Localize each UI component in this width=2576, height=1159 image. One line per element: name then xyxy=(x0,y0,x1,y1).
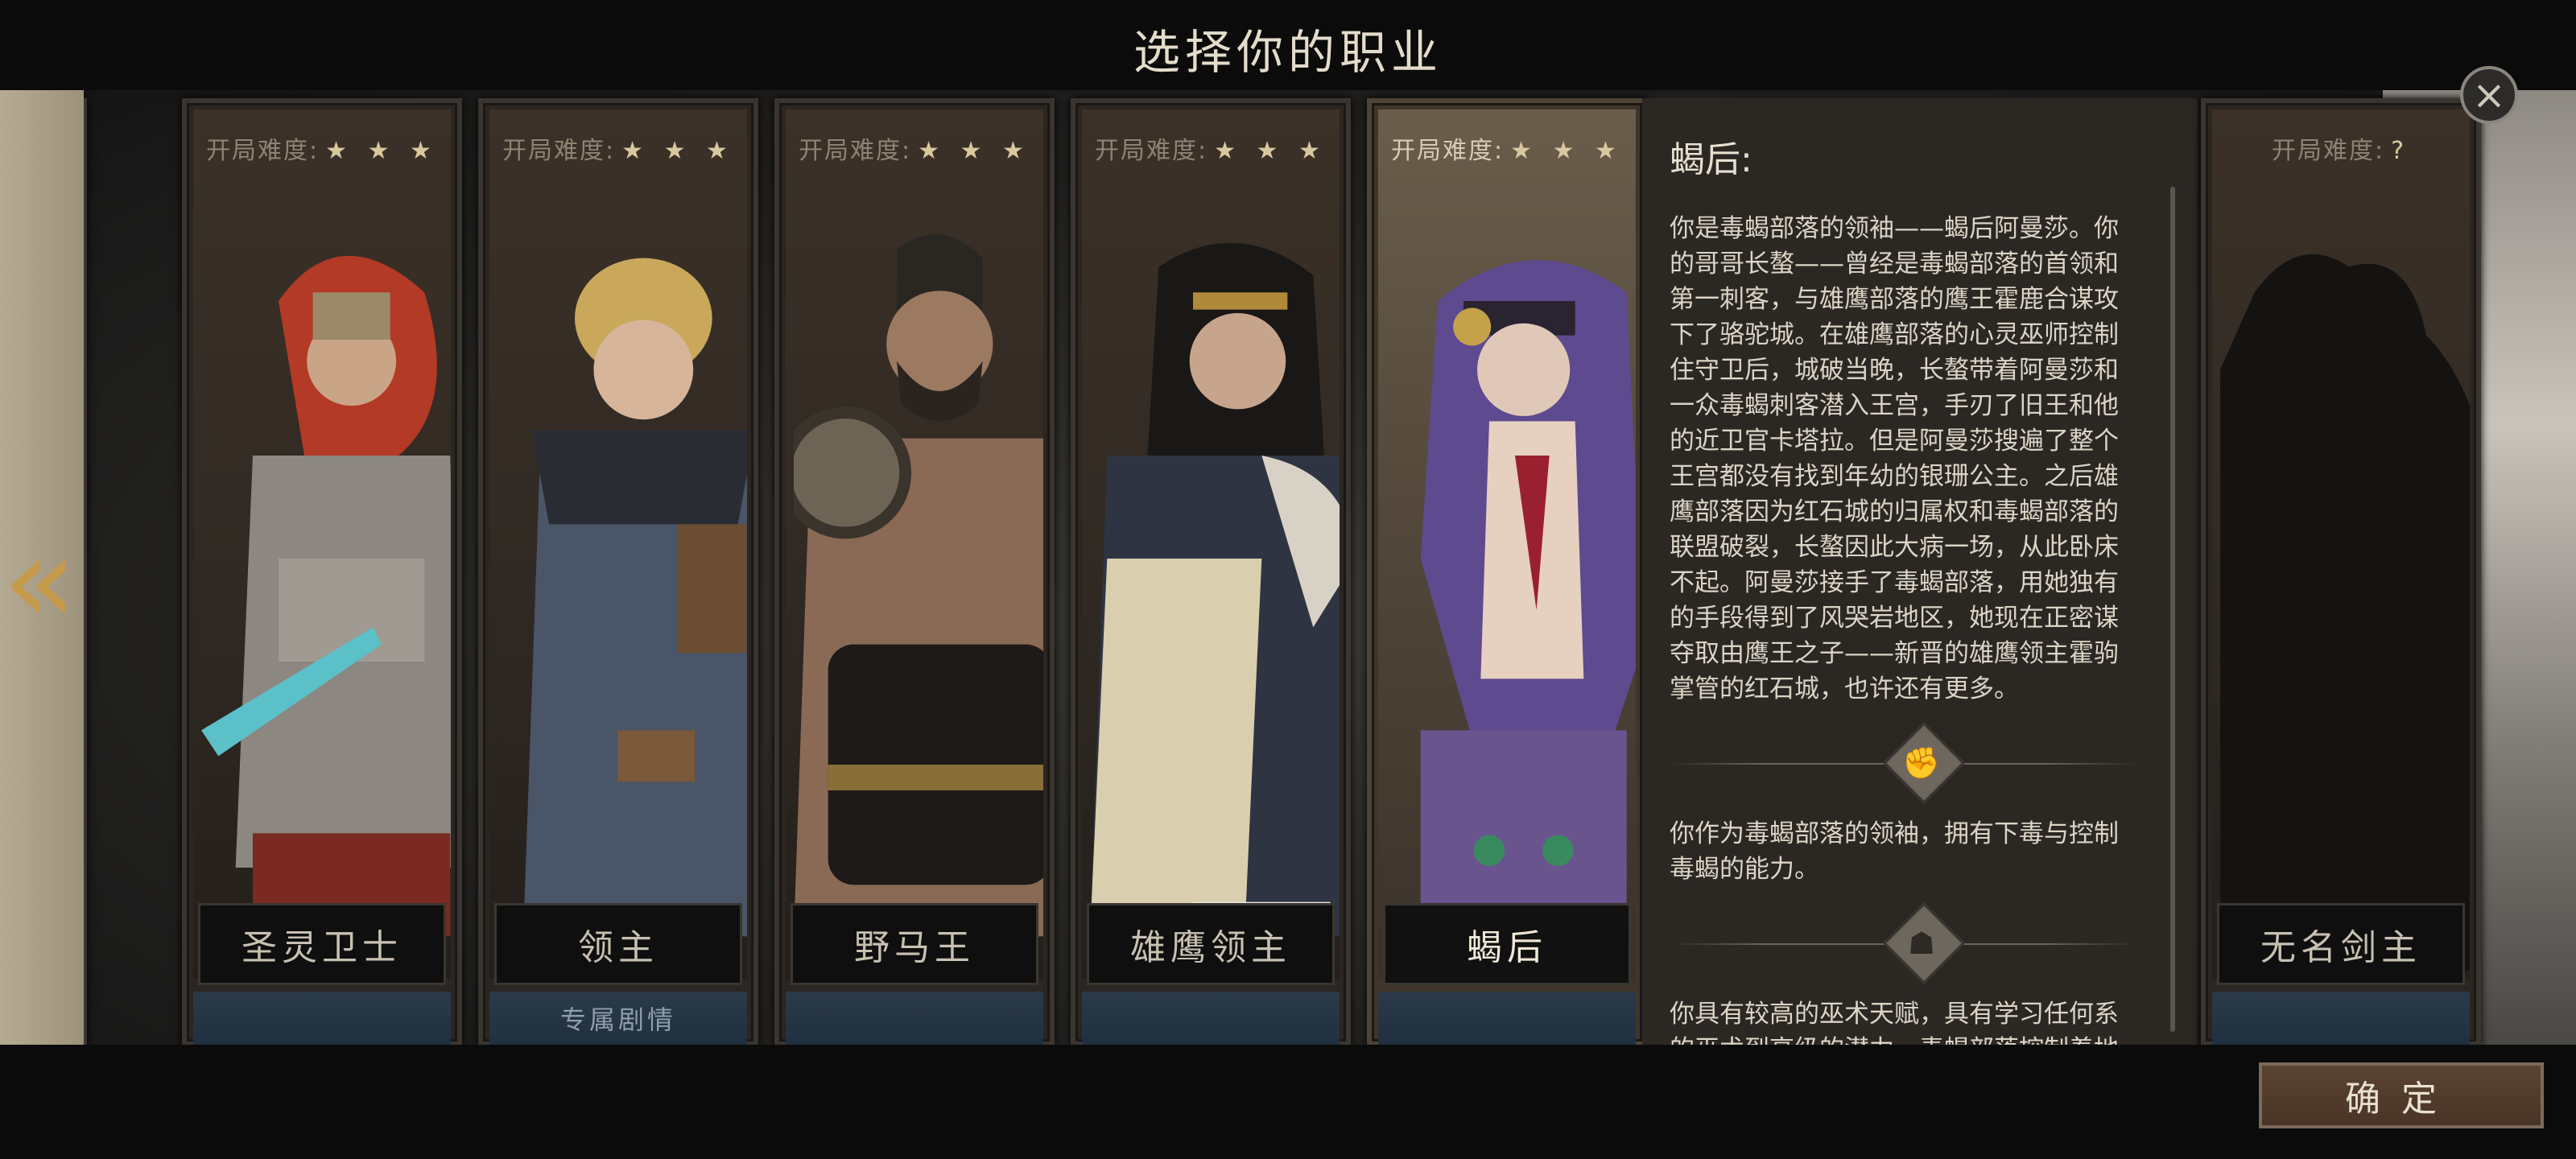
difficulty-label: 开局难度: ★ ★ ★ xyxy=(489,130,747,166)
confirm-button[interactable]: 确定 xyxy=(2259,1062,2544,1128)
difficulty-text: 开局难度: xyxy=(502,137,616,165)
page-title: 选择你的职业 xyxy=(1133,25,1443,80)
card-bottom-strip xyxy=(2212,992,2470,1045)
character-art xyxy=(522,258,747,937)
character-art xyxy=(1420,260,1636,937)
description-backstory: 你是毒蝎部落的领袖——蝎后阿曼莎。你的哥哥长螯——曾经是毒蝎部落的首领和第一刺客… xyxy=(1670,214,2119,703)
difficulty-stars: ★ ★ ★ xyxy=(918,137,1030,165)
difficulty-unknown: ? xyxy=(2391,137,2411,165)
difficulty-text: 开局难度: xyxy=(2271,137,2385,165)
class-card-lord[interactable]: 开局难度: ★ ★ ★ 领主 专属剧情 xyxy=(478,98,758,1045)
card-bottom-strip xyxy=(786,992,1043,1045)
difficulty-label: 开局难度: ★ ★ ★ xyxy=(1378,130,1636,166)
difficulty-stars: ★ ★ ★ xyxy=(1214,137,1327,165)
difficulty-text: 开局难度: xyxy=(206,137,320,165)
card-bottom-strip xyxy=(1082,992,1340,1045)
card-portrait: 开局难度: ★ ★ ★ xyxy=(489,109,747,979)
difficulty-stars: ★ ★ ★ xyxy=(325,137,438,165)
difficulty-label: 开局难度: ★ ★ ★ xyxy=(786,130,1043,166)
class-card-wild-horse-king[interactable]: 开局难度: ★ ★ ★ 野马王 xyxy=(774,98,1055,1045)
card-portrait: 开局难度: ★ ★ ★ xyxy=(1378,109,1636,979)
difficulty-label: 开局难度:? xyxy=(2212,130,2470,166)
card-portrait: 开局难度:? xyxy=(2212,109,2470,979)
character-art xyxy=(794,234,1043,937)
class-name: 蝎后 xyxy=(1383,903,1631,985)
difficulty-text: 开局难度: xyxy=(1095,137,1208,165)
difficulty-label: 开局难度: ★ ★ ★ xyxy=(1082,130,1340,166)
difficulty-label: 开局难度: ★ ★ ★ xyxy=(193,130,451,166)
description-ability: 你作为毒蝎部落的领袖，拥有下毒与控制毒蝎的能力。 xyxy=(1670,819,2119,884)
description-scrollbar[interactable] xyxy=(2170,187,2175,1032)
class-name: 圣灵卫士 xyxy=(198,903,446,985)
description-title: 蝎后: xyxy=(1670,139,1752,180)
section-divider: ✊ xyxy=(1670,722,2170,804)
difficulty-text: 开局难度: xyxy=(799,137,912,165)
class-name: 无名剑主 xyxy=(2217,903,2465,985)
close-button[interactable]: × xyxy=(2460,66,2518,124)
card-portrait: 开局难度: ★ ★ ★ xyxy=(1082,109,1340,979)
class-description-panel[interactable]: 蝎后: 你是毒蝎部落的领袖——蝎后阿曼莎。你的哥哥长螯——曾经是毒蝎部落的首领和… xyxy=(1642,98,2198,1045)
class-selection-stage: ★ 士 « 开局难度:★ ★ ★ xyxy=(0,90,2576,1045)
locked-silhouette xyxy=(2220,254,2470,971)
exclusive-story-label: 专属剧情 xyxy=(489,992,747,1045)
class-card-eagle-lord[interactable]: 开局难度: ★ ★ ★ 雄鹰领主 xyxy=(1071,98,1351,1045)
character-art xyxy=(1090,242,1340,937)
character-art xyxy=(201,255,451,937)
card-bottom-strip xyxy=(1378,992,1636,1045)
fist-icon: ✊ xyxy=(1902,744,1941,781)
difficulty-text: 开局难度: xyxy=(1391,137,1505,165)
class-name: 野马王 xyxy=(791,903,1038,985)
card-portrait: 开局难度: ★ ★ ★ xyxy=(193,109,451,979)
class-name: 雄鹰领主 xyxy=(1087,903,1335,985)
difficulty-stars: ★ ★ ★ xyxy=(621,137,734,165)
class-card-nameless-sword-master[interactable]: 开局难度:? 无名剑主 xyxy=(2201,98,2481,1045)
difficulty-stars: ★ ★ ★ xyxy=(1510,137,1623,165)
portrait-icon: ☗ xyxy=(1907,926,1936,961)
card-portrait: 开局难度: ★ ★ ★ xyxy=(786,109,1043,979)
class-card-holy-guardian[interactable]: 开局难度: ★ ★ ★ 圣灵卫士 xyxy=(182,98,462,1045)
card-bottom-strip xyxy=(193,992,451,1045)
class-card-scorpion-queen[interactable]: 开局难度: ★ ★ ★ 蝎后 xyxy=(1367,98,1647,1045)
class-name: 领主 xyxy=(494,903,742,985)
section-divider: ☗ xyxy=(1670,902,2170,984)
description-talent: 你具有较高的巫术天赋，具有学习任何系的巫术到高级的潜力。毒蝎部落控制着地 xyxy=(1670,1000,2119,1045)
prev-arrow-button[interactable]: « xyxy=(2,521,76,641)
